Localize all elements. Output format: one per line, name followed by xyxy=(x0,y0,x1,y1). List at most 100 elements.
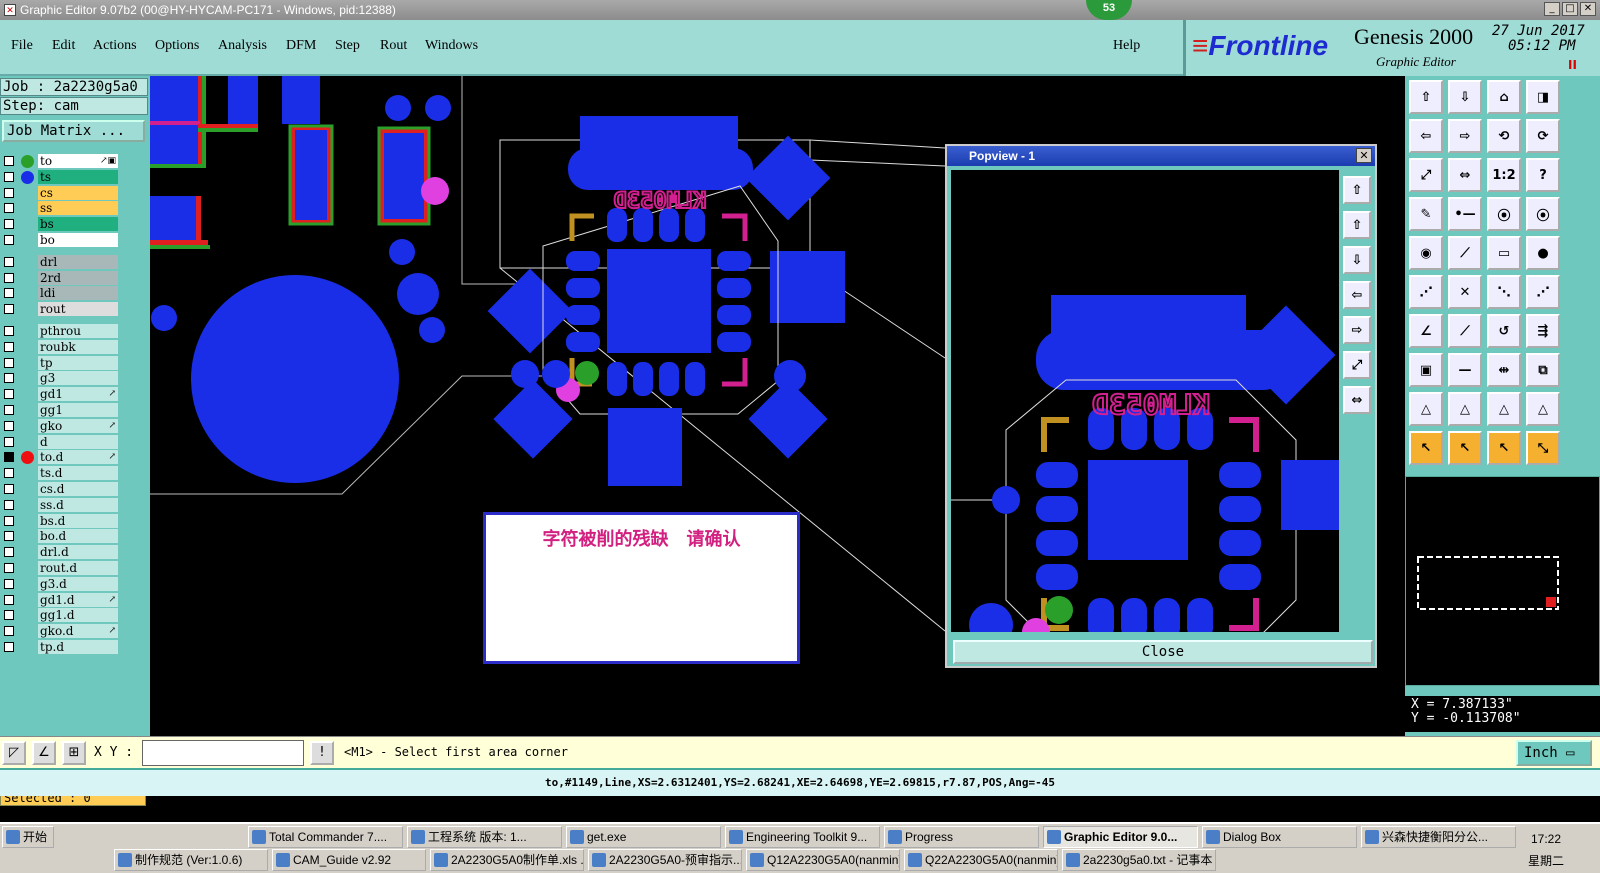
triangle-d-icon[interactable]: △ xyxy=(1526,392,1560,426)
line-draw-icon[interactable]: ⟋ xyxy=(1448,314,1482,348)
pan-left-icon[interactable]: ⇦ xyxy=(1409,119,1443,153)
layer-checkbox[interactable] xyxy=(4,389,14,400)
taskbar-button[interactable]: 2A2230G5A0-预审指示.... xyxy=(588,849,742,871)
layer-b-icon[interactable]: ⦿ xyxy=(1526,197,1560,231)
edit-icon[interactable]: ✎ xyxy=(1409,197,1443,231)
cross-icon[interactable]: ✕ xyxy=(1448,275,1482,309)
layer-checkbox[interactable] xyxy=(4,341,14,352)
copy-icon[interactable]: ⧉ xyxy=(1526,353,1560,387)
resize-icon[interactable]: ⤡ xyxy=(1526,431,1560,465)
select-icon[interactable]: ↖ xyxy=(1448,431,1482,465)
arrows-icon[interactable]: ⇶ xyxy=(1526,314,1560,348)
layer-name[interactable]: to.d xyxy=(38,450,118,466)
layer-row[interactable]: ts.d xyxy=(4,466,118,482)
layer-row[interactable]: g3.d xyxy=(4,576,118,592)
slash-icon[interactable]: ⟋ xyxy=(1448,236,1482,270)
rotate-right-icon[interactable]: ⟳ xyxy=(1526,119,1560,153)
graphic-canvas[interactable]: KLM053D 字符被削的残缺 请确认 Popview - 1 ✕ KLM053… xyxy=(150,76,1405,736)
layer-checkbox[interactable] xyxy=(4,256,14,267)
popview-canvas[interactable]: KLM053D xyxy=(951,170,1339,632)
layer-checkbox[interactable] xyxy=(4,642,14,652)
layer-checkbox[interactable] xyxy=(4,499,14,510)
layer-checkbox[interactable] xyxy=(4,203,14,214)
taskbar-button[interactable]: Q12A2230G5A0(nanmin)... xyxy=(746,849,900,871)
layer-row[interactable]: gg1.d xyxy=(4,608,118,624)
layer-name[interactable]: bs xyxy=(38,217,118,233)
node-b-icon[interactable]: ⋰ xyxy=(1526,275,1560,309)
layer-checkbox[interactable] xyxy=(4,452,14,463)
units-button[interactable]: Inch ▭ xyxy=(1516,740,1592,766)
layer-name[interactable]: drl.d xyxy=(38,545,118,561)
layer-name[interactable]: 2rd xyxy=(38,270,118,286)
layer-row[interactable]: rout.d xyxy=(4,561,118,576)
layer-name[interactable]: cs xyxy=(38,185,118,201)
layer-name[interactable]: tp.d xyxy=(38,640,118,655)
popview-tool-icon[interactable]: ⇦ xyxy=(1343,281,1371,309)
layer-row[interactable]: drl xyxy=(4,254,118,270)
layer-name[interactable]: roubk xyxy=(38,339,118,355)
snap-icon[interactable]: ◸ xyxy=(2,741,26,765)
pause-icon[interactable]: II xyxy=(1568,58,1577,72)
ruler-icon[interactable]: ▭ xyxy=(1487,236,1521,270)
layer-checkbox[interactable] xyxy=(4,156,14,166)
layer-checkbox[interactable] xyxy=(4,187,14,198)
dash-icon[interactable]: — xyxy=(1448,353,1482,387)
layer-name[interactable]: gg1.d xyxy=(38,608,118,624)
center-icon[interactable]: ⇔ xyxy=(1448,158,1482,192)
layer-checkbox[interactable] xyxy=(4,235,14,245)
layer-name[interactable]: gd1 xyxy=(38,387,118,403)
help-icon[interactable]: ? xyxy=(1526,158,1560,192)
layer-name[interactable]: d xyxy=(38,434,118,450)
popview-tool-icon[interactable]: ⇧ xyxy=(1343,176,1371,204)
layer-checkbox[interactable] xyxy=(4,484,14,494)
dimension-icon[interactable]: ⇹ xyxy=(1487,353,1521,387)
layer-name[interactable]: bs.d xyxy=(38,513,118,529)
layer-checkbox[interactable] xyxy=(4,326,14,336)
home-view-icon[interactable]: ⌂ xyxy=(1487,80,1521,114)
layer-name[interactable]: ss.d xyxy=(38,497,118,513)
layer-checkbox[interactable] xyxy=(4,436,14,447)
scale-icon[interactable]: 1:2 xyxy=(1487,158,1521,192)
layer-row[interactable]: ss xyxy=(4,201,118,217)
triangle-b-icon[interactable]: △ xyxy=(1448,392,1482,426)
layer-row[interactable]: gd1.d ↗ xyxy=(4,592,118,608)
menu-help[interactable]: Help xyxy=(1113,38,1140,54)
start-button[interactable]: 开始 xyxy=(2,826,54,848)
connect-icon[interactable]: ⋰ xyxy=(1409,275,1443,309)
layer-row[interactable]: ss.d xyxy=(4,497,118,513)
layer-row[interactable]: rout xyxy=(4,302,118,318)
layer-checkbox[interactable] xyxy=(4,610,14,621)
popview-tool-icon[interactable]: ⤢ xyxy=(1343,351,1371,379)
layer-row[interactable]: bo xyxy=(4,233,118,248)
layer-name[interactable]: gko xyxy=(38,418,118,434)
layer-row[interactable]: tp.d xyxy=(4,640,118,655)
layer-checkbox[interactable] xyxy=(4,219,14,230)
layer-row[interactable]: pthrou xyxy=(4,324,118,339)
menu-windows[interactable]: Windows xyxy=(425,38,478,54)
layer-name[interactable]: pthrou xyxy=(38,324,118,339)
popview-tool-icon[interactable]: ⇨ xyxy=(1343,316,1371,344)
layer-name[interactable]: cs.d xyxy=(38,482,118,497)
clock[interactable]: 17:22 星期二 xyxy=(1528,828,1564,872)
angle-icon[interactable]: ∠ xyxy=(1409,314,1443,348)
taskbar-button[interactable]: Q22A2230G5A0(nanmin)... xyxy=(904,849,1058,871)
taskbar-button[interactable]: Total Commander 7.... xyxy=(248,826,403,848)
layer-name[interactable]: gko.d xyxy=(38,624,118,640)
layer-name[interactable]: bo xyxy=(38,233,118,248)
layer-name[interactable]: ts.d xyxy=(38,466,118,482)
layer-row[interactable]: bo.d xyxy=(4,529,118,545)
layer-checkbox[interactable] xyxy=(4,272,14,283)
layer-name[interactable]: gg1 xyxy=(38,403,118,418)
layer-checkbox[interactable] xyxy=(4,405,14,415)
layer-checkbox[interactable] xyxy=(4,373,14,384)
layer-row[interactable]: ts xyxy=(4,169,118,185)
close-window-button[interactable]: ✕ xyxy=(1580,2,1596,16)
layer-row[interactable]: cs xyxy=(4,185,118,201)
layer-checkbox[interactable] xyxy=(4,288,14,299)
pointer-icon[interactable]: ↖ xyxy=(1409,431,1443,465)
layer-name[interactable]: ts xyxy=(38,169,118,185)
layer-row[interactable]: g3 xyxy=(4,371,118,387)
layer-row[interactable]: bs xyxy=(4,217,118,233)
layer-name[interactable]: tp xyxy=(38,355,118,371)
select-alt-icon[interactable]: ↖ xyxy=(1487,431,1521,465)
